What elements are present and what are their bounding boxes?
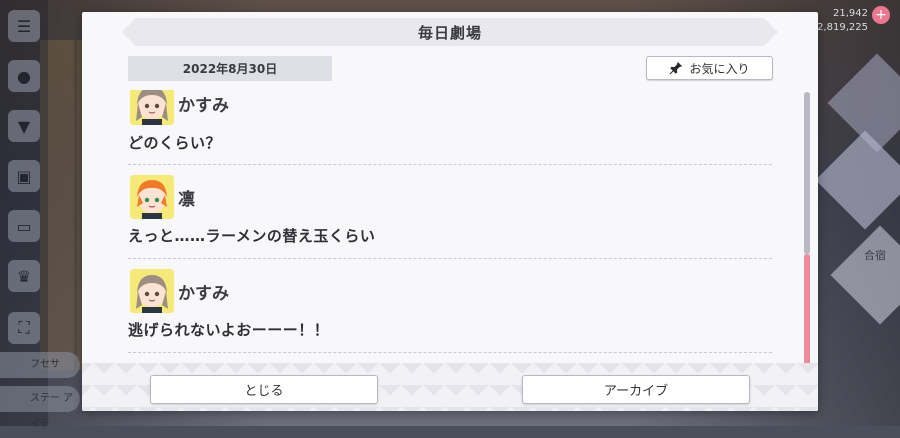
favorite-button[interactable]: お気に入り xyxy=(646,56,773,80)
avatar xyxy=(130,269,174,313)
dialog-line: 逃げられないよおーーー！！ xyxy=(128,321,330,339)
dialog-entry: かすみ 逃げられないよおーーー！！ xyxy=(128,259,772,353)
screen-icon[interactable]: ▭ xyxy=(8,210,40,242)
rail-tab-1[interactable]: フセサ xyxy=(0,352,80,378)
close-button[interactable]: とじる xyxy=(150,375,378,404)
scrollbar-track-upper xyxy=(804,92,810,254)
avatar xyxy=(130,175,174,219)
dialog-list[interactable]: かすみ どのくらい？ 凛 えっと……ラーメンの替え玉くらい かすみ 逃げられない… xyxy=(128,90,772,368)
avatar xyxy=(130,90,174,125)
pin-icon xyxy=(670,61,683,75)
speaker-name: 凛 xyxy=(178,189,195,210)
menu-icon[interactable]: ☰ xyxy=(8,10,40,42)
scrollbar[interactable] xyxy=(804,92,810,367)
speaker-name: かすみ xyxy=(178,95,229,116)
dialog-line: どのくらい？ xyxy=(128,134,222,152)
scrollbar-thumb[interactable] xyxy=(804,254,810,367)
gift-icon[interactable]: ▣ xyxy=(8,160,40,192)
shirt-icon[interactable]: ▼ xyxy=(8,110,40,142)
dialog-entry: かすみ どのくらい？ xyxy=(128,90,772,165)
archive-button[interactable]: アーカイブ xyxy=(522,375,750,404)
stat-top: 21,942 xyxy=(833,8,868,19)
stat-bottom: 2,819,225 xyxy=(817,22,868,33)
date-badge: 2022年8月30日 xyxy=(128,56,332,81)
trophy-icon[interactable]: ♛ xyxy=(8,260,40,292)
chat-icon[interactable]: ● xyxy=(8,60,40,92)
daily-theater-modal: 毎日劇場 2022年8月30日 お気に入り かすみ どのくらい？ 凛 えっと……… xyxy=(82,12,818,411)
modal-title: 毎日劇場 xyxy=(122,18,778,46)
speaker-name: かすみ xyxy=(178,283,229,304)
plus-icon[interactable]: + xyxy=(872,6,890,24)
dialog-line: えっと……ラーメンの替え玉くらい xyxy=(128,227,376,245)
dialog-entry: 凛 えっと……ラーメンの替え玉くらい xyxy=(128,165,772,259)
favorite-label: お気に入り xyxy=(689,61,750,76)
rail-tab-2[interactable]: ステー アイテ xyxy=(0,386,80,430)
fullscreen-icon[interactable]: ⛶ xyxy=(8,312,40,344)
right-label: 合宿 xyxy=(864,249,886,262)
